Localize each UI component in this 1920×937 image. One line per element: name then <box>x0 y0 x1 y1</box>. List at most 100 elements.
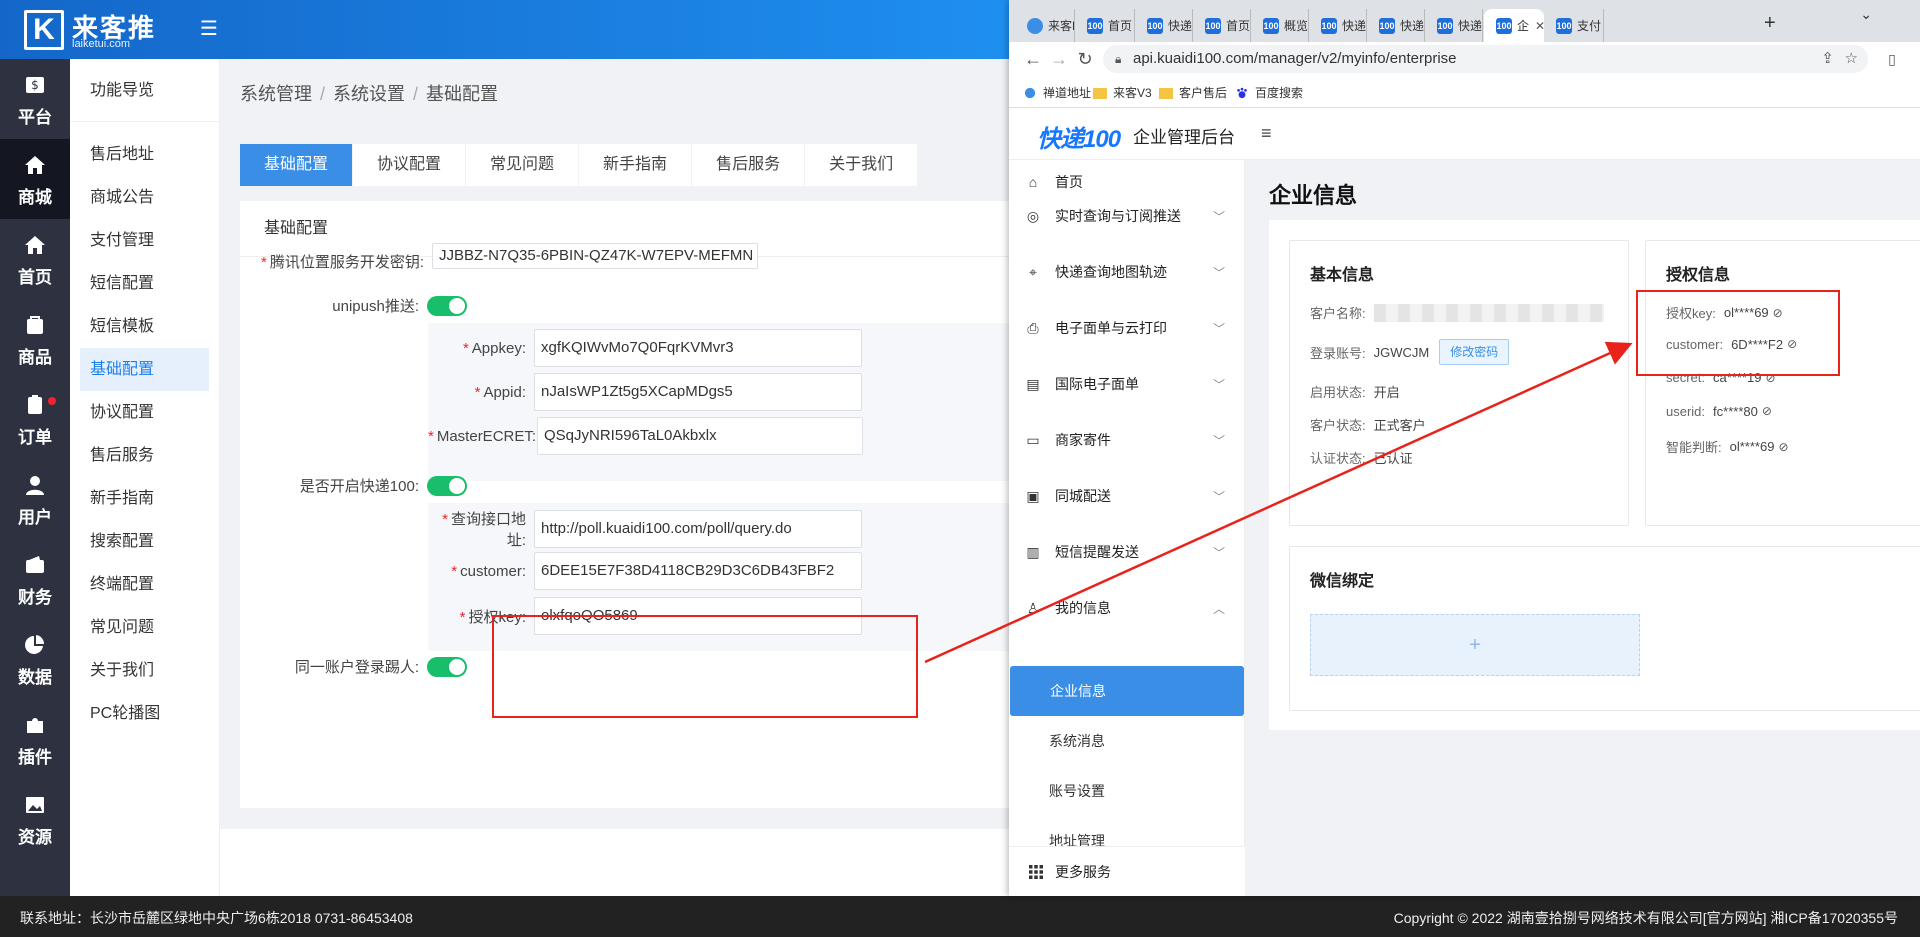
unipush-toggle[interactable] <box>427 295 467 316</box>
browser-tab[interactable]: 100 首页 - <box>1193 9 1251 42</box>
sub-nav-item[interactable]: 支付管理 <box>80 219 209 262</box>
kd-menu-item[interactable]: ▤ 国际电子面单 ﹀ <box>1009 356 1245 412</box>
kd-menu-item[interactable]: ▣ 同城配送 ﹀ <box>1009 468 1245 524</box>
nav-item[interactable]: 首页 <box>0 219 70 299</box>
config-tab[interactable]: 新手指南 <box>579 144 692 186</box>
eye-hidden-icon[interactable]: ⊘ <box>1778 440 1788 454</box>
appkey-input[interactable]: xgfKQIWvMo7Q0FqrKVMvr3 <box>534 329 862 367</box>
browser-tab[interactable]: 100 快递1 <box>1309 9 1367 42</box>
browser-tab[interactable]: 100 概览 - <box>1251 9 1309 42</box>
browser-tab[interactable]: 100 快递1 <box>1367 9 1425 42</box>
sub-nav-item[interactable]: 搜索配置 <box>80 520 209 563</box>
sub-nav-item[interactable]: 关于我们 <box>80 649 209 692</box>
sub-sidebar-head[interactable]: 功能导览 <box>70 59 219 122</box>
nav-item-label: 平台 <box>18 108 52 127</box>
new-tab-icon[interactable]: + <box>1764 12 1776 35</box>
kd-menu-item[interactable]: ♙ 我的信息 ︿ <box>1009 580 1245 636</box>
tencent-key-label: * 腾讯位置服务开发密钥: <box>260 254 424 271</box>
nav-item-label: 首页 <box>18 268 52 287</box>
kd100-main: 企业信息 基本信息 客户名称: 登录账号: JGWCJM 修改密码 启用状态: 开启 … <box>1245 160 1920 896</box>
add-wechat-button[interactable]: + <box>1310 614 1640 676</box>
sub-nav-item[interactable]: 基础配置 <box>80 348 209 391</box>
tab-search-chevron-icon[interactable]: ⌄ <box>1860 6 1872 23</box>
sub-nav-item[interactable]: 终端配置 <box>80 563 209 606</box>
kd-menu-item[interactable]: ▭ 商家寄件 ﹀ <box>1009 412 1245 468</box>
nav-item[interactable]: 商品 <box>0 299 70 379</box>
nav-item[interactable]: 插件 <box>0 699 70 779</box>
kd-menu-item[interactable]: ▥ 短信提醒发送 ﹀ <box>1009 524 1245 580</box>
browser-tab[interactable]: 100 支付 <box>1544 9 1604 42</box>
page-title: 企业信息 <box>1269 183 1358 208</box>
kd100-logo[interactable]: 快递100 <box>1037 119 1121 154</box>
sub-nav-item[interactable]: PC轮播图 <box>80 692 209 735</box>
browser-tab-title: 概览 - <box>1284 19 1309 33</box>
sub-nav-item[interactable]: 协议配置 <box>80 391 209 434</box>
bookmark-item[interactable]: 禅道地址 <box>1023 84 1091 101</box>
kd-menu-item[interactable]: ⎙ 电子面单与云打印 ﹀ <box>1009 300 1245 356</box>
browser-tab[interactable]: 100 企 ✕ <box>1484 9 1544 42</box>
kd100-toggle[interactable] <box>427 475 467 496</box>
browser-tab[interactable]: 100 快递1 <box>1135 9 1193 42</box>
baidu-paw-icon <box>1237 87 1247 98</box>
tencent-key-input[interactable]: JJBBZ-N7Q35-6PBIN-QZ47K-W7EPV-MEFMN <box>432 242 758 269</box>
eye-hidden-icon[interactable]: ⊘ <box>1762 404 1772 418</box>
nav-item[interactable]: 资源 <box>0 779 70 859</box>
breadcrumb-item[interactable]: 系统设置 <box>333 84 405 104</box>
sub-nav-item[interactable]: 新手指南 <box>80 477 209 520</box>
kd-menu-label: 商家寄件 <box>1055 432 1111 448</box>
menu-icon[interactable]: ≡ <box>1261 123 1272 144</box>
breadcrumb-item[interactable]: 系统管理 <box>240 84 312 104</box>
bookmark-item[interactable]: 来客V3 <box>1093 84 1152 101</box>
config-tab[interactable]: 基础配置 <box>240 144 353 186</box>
sub-nav-item[interactable]: 售后地址 <box>80 133 209 176</box>
nav-item[interactable]: 商城 <box>0 139 70 219</box>
bookmark-star-icon[interactable]: ☆ <box>1845 45 1858 73</box>
laiketui-logo[interactable]: K 来客推 laiketui.com <box>22 8 162 52</box>
modify-password-button[interactable]: 修改密码 <box>1439 339 1510 365</box>
nav-item[interactable]: $ 平台 <box>0 59 70 139</box>
nav-item[interactable]: 财务 <box>0 539 70 619</box>
single-login-toggle[interactable] <box>427 656 467 677</box>
kd-submenu-item[interactable]: 企业信息 <box>1010 666 1244 716</box>
kd-menu-item[interactable]: ⌖ 快递查询地图轨迹 ﹀ <box>1009 244 1245 300</box>
sidebar-icon[interactable]: ▯ <box>1882 49 1902 69</box>
config-tabs: 基础配置 协议配置 常见问题 新手指南 售后服务 关于我们 <box>240 144 918 186</box>
sub-nav-item[interactable]: 售后服务 <box>80 434 209 477</box>
address-bar[interactable]: 🔒︎ api.kuaidi100.com/manager/v2/myinfo/e… <box>1103 45 1868 73</box>
kd-menu-item[interactable]: ◎ 实时查询与订阅推送 ﹀ <box>1009 188 1245 244</box>
config-tab[interactable]: 售后服务 <box>692 144 805 186</box>
share-icon[interactable]: ⇪ <box>1821 45 1834 73</box>
nav-item[interactable]: 订单 <box>0 379 70 459</box>
footer-copyright[interactable]: Copyright © 2022 湖南壹拾捌号网络技术有限公司[官方网站] 湘I… <box>1394 908 1898 928</box>
config-tab[interactable]: 常见问题 <box>466 144 579 186</box>
sub-nav-item[interactable]: 短信配置 <box>80 262 209 305</box>
forward-icon[interactable]: → <box>1049 49 1069 69</box>
back-icon[interactable]: ← <box>1023 49 1043 69</box>
query-url-input[interactable]: http://poll.kuaidi100.com/poll/query.do <box>534 510 862 548</box>
customer-input[interactable]: 6DEE15E7F38D4118CB29D3C6DB43FBF2 <box>534 552 862 590</box>
sub-nav-item[interactable]: 商城公告 <box>80 176 209 219</box>
nav-item[interactable]: 数据 <box>0 619 70 699</box>
more-services[interactable]: 更多服务 <box>1009 846 1245 896</box>
appid-input[interactable]: nJaIsWP1Zt5g5XCapMDgs5 <box>534 373 862 411</box>
kd-submenu-item[interactable]: 账号设置 <box>1009 766 1245 816</box>
nav-item[interactable]: 用户 <box>0 459 70 539</box>
browser-tab[interactable]: 来客P <box>1015 9 1075 42</box>
kd-submenu-item[interactable]: 系统消息 <box>1009 716 1245 766</box>
bookmark-item[interactable]: 百度搜索 <box>1235 84 1303 101</box>
kuaidi100-favicon-icon: 100 <box>1147 17 1163 34</box>
master-secret-label: * MasterECRET: <box>428 427 537 445</box>
bookmark-item[interactable]: 客户售后 <box>1159 84 1227 101</box>
cert-state-label: 认证状态: <box>1310 451 1366 466</box>
browser-tab[interactable]: 100 快递1 <box>1425 9 1483 42</box>
config-tab[interactable]: 关于我们 <box>805 144 918 186</box>
config-tab[interactable]: 协议配置 <box>353 144 466 186</box>
bag-icon: ▣ <box>1026 488 1040 504</box>
close-tab-icon[interactable]: ✕ <box>1535 19 1544 33</box>
reload-icon[interactable]: ↻ <box>1075 49 1095 69</box>
sub-nav-item[interactable]: 短信模板 <box>80 305 209 348</box>
master-secret-input[interactable]: QSqJyNRI596TaL0Akbxlx <box>537 417 863 455</box>
sub-nav-item[interactable]: 常见问题 <box>80 606 209 649</box>
menu-collapse-icon[interactable]: ☰ <box>200 19 222 39</box>
browser-tab[interactable]: 100 首页 - <box>1075 9 1135 42</box>
